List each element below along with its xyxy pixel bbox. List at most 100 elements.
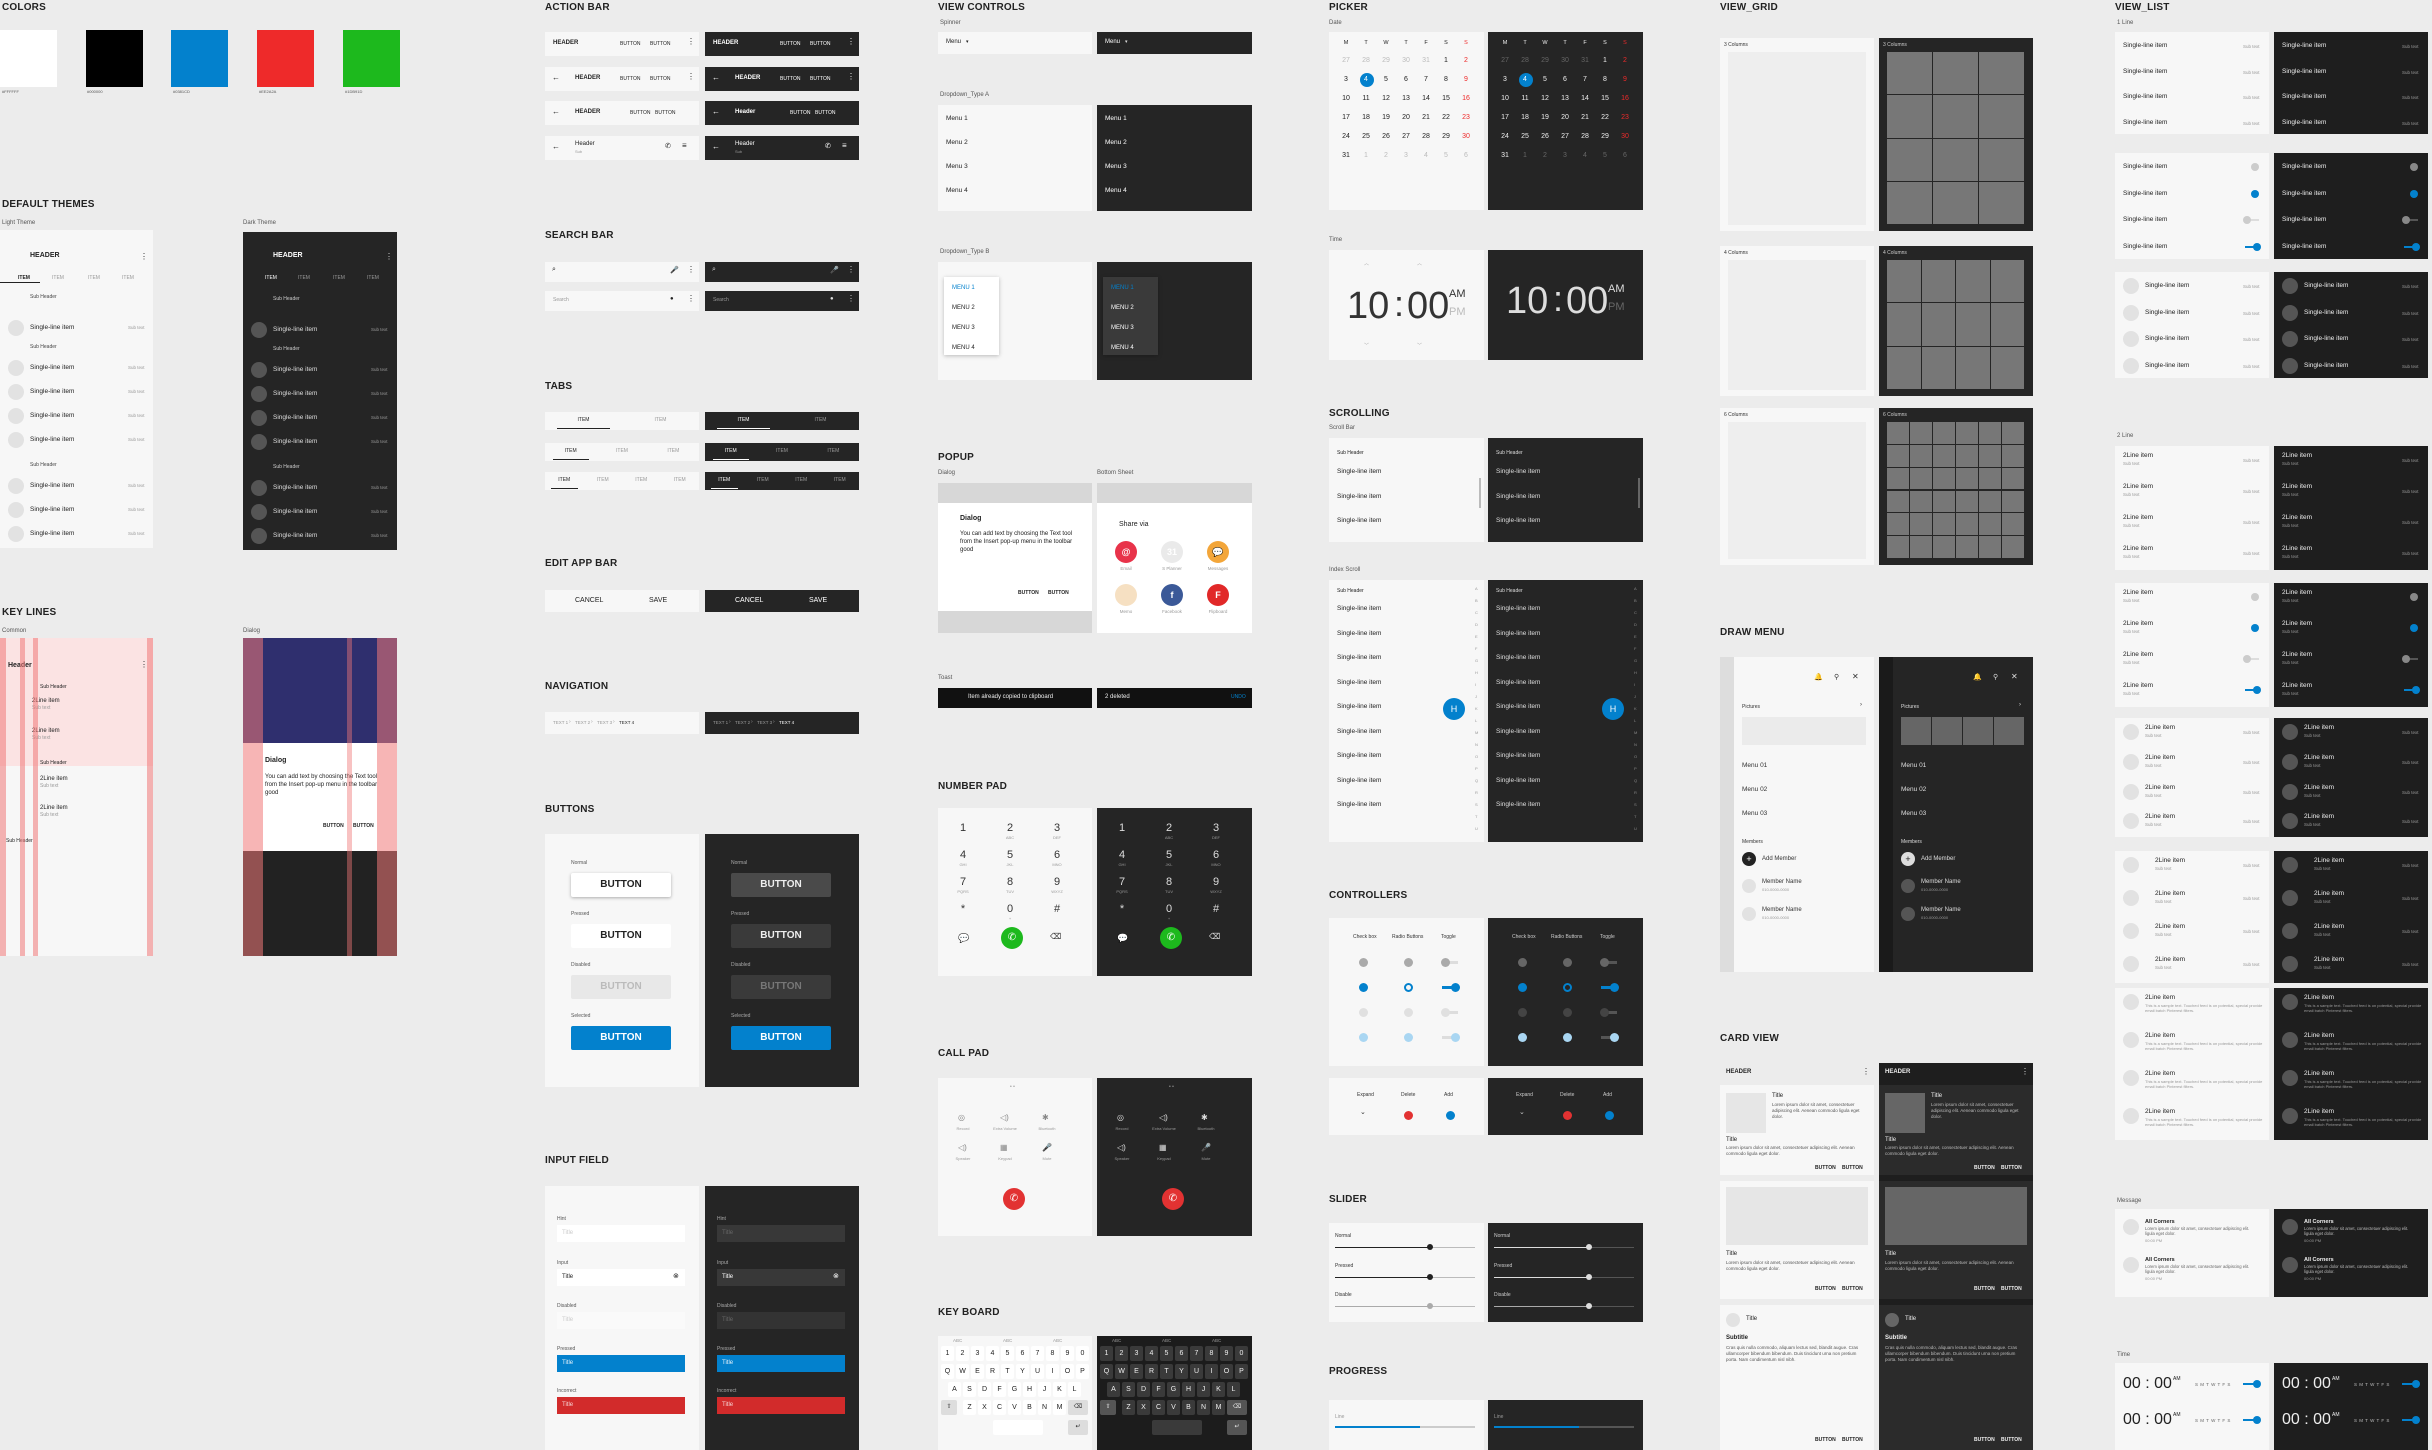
list-item[interactable]: 2Line item bbox=[2282, 620, 2312, 627]
grid-cell[interactable] bbox=[1956, 422, 1978, 444]
menu-item[interactable]: Menu 4 bbox=[946, 187, 968, 194]
share-s-planner-icon[interactable]: 31 bbox=[1161, 541, 1183, 563]
extra-volume-icon[interactable]: ◁) bbox=[1159, 1113, 1168, 1122]
list-item[interactable]: 2Line item bbox=[2282, 545, 2312, 552]
list-item[interactable]: Single-line item bbox=[2145, 282, 2189, 289]
numpad-key[interactable]: 6 bbox=[1050, 849, 1064, 861]
end-call-button[interactable]: ✆ bbox=[1003, 1188, 1025, 1210]
search-input[interactable]: Search bbox=[713, 297, 729, 303]
calendar-day[interactable]: 8 bbox=[1436, 76, 1456, 83]
calendar-day[interactable]: 25 bbox=[1515, 133, 1535, 140]
grid-cell[interactable] bbox=[1979, 52, 2024, 95]
calendar-day[interactable]: 17 bbox=[1336, 114, 1356, 121]
calendar-day[interactable]: 2 bbox=[1456, 57, 1476, 64]
list-item[interactable]: 2Line item bbox=[2282, 589, 2312, 596]
radio-button[interactable] bbox=[1563, 1008, 1572, 1017]
calendar-day[interactable]: 1 bbox=[1356, 152, 1376, 159]
list-item[interactable]: 2Line item bbox=[2304, 1070, 2334, 1077]
index-letter[interactable]: O bbox=[1475, 754, 1478, 759]
index-letter[interactable]: S bbox=[1634, 802, 1637, 807]
numpad-key[interactable]: 7 bbox=[1115, 876, 1129, 888]
add-member-icon[interactable]: + bbox=[1742, 852, 1756, 866]
key[interactable]: 3 bbox=[971, 1346, 984, 1361]
list-item[interactable]: 2Line item bbox=[2155, 857, 2185, 864]
scrollbar[interactable] bbox=[1479, 478, 1481, 508]
pressed-button[interactable]: BUTTON bbox=[731, 924, 831, 948]
calendar-day[interactable]: 14 bbox=[1416, 95, 1436, 102]
end-call-button[interactable]: ✆ bbox=[1162, 1188, 1184, 1210]
breadcrumb-item[interactable]: TEXT 1 bbox=[553, 720, 568, 725]
checkbox[interactable] bbox=[1359, 1033, 1368, 1042]
grid-cell[interactable] bbox=[1933, 536, 1955, 558]
speaker-icon[interactable]: ◁) bbox=[1117, 1143, 1126, 1152]
index-letter[interactable]: P bbox=[1475, 766, 1478, 771]
key[interactable]: F bbox=[993, 1382, 1006, 1397]
numpad-key[interactable]: 1 bbox=[1115, 822, 1129, 834]
key[interactable]: V bbox=[1008, 1400, 1021, 1415]
tab-item[interactable]: ITEM bbox=[367, 275, 379, 281]
calendar-day[interactable]: 28 bbox=[1356, 57, 1376, 64]
backspace-icon[interactable]: ⌫ bbox=[1209, 932, 1220, 941]
key[interactable]: 1 bbox=[941, 1346, 954, 1361]
calendar-day[interactable]: 31 bbox=[1575, 57, 1595, 64]
list-item[interactable]: Single-line item bbox=[2123, 119, 2167, 126]
message-icon[interactable]: 💬 bbox=[1117, 933, 1128, 944]
input-field[interactable]: Title ⊗ bbox=[557, 1269, 685, 1286]
minute-value[interactable]: 00 bbox=[1407, 285, 1449, 328]
pressed-field[interactable]: Title bbox=[557, 1355, 685, 1372]
calendar-day[interactable]: 17 bbox=[1495, 114, 1515, 121]
grid-cell[interactable] bbox=[1956, 467, 1978, 490]
action-button[interactable]: BUTTON bbox=[815, 110, 835, 116]
calendar-day[interactable]: 11 bbox=[1515, 95, 1535, 102]
list-item[interactable]: 2Line item bbox=[2314, 857, 2344, 864]
keypad-icon[interactable]: ▦ bbox=[1159, 1143, 1167, 1152]
phone-icon[interactable]: ✆ bbox=[825, 142, 831, 150]
menu-item[interactable]: Menu 1 bbox=[946, 115, 968, 122]
index-letter[interactable]: E bbox=[1634, 634, 1637, 639]
calendar-day[interactable]: 22 bbox=[1436, 114, 1456, 121]
grid-cell[interactable] bbox=[1921, 303, 1955, 346]
calendar-day[interactable]: 28 bbox=[1416, 133, 1436, 140]
pressed-field[interactable]: Title bbox=[717, 1355, 845, 1372]
list-item[interactable]: Single-line item bbox=[1496, 801, 1540, 808]
list-item[interactable]: 2Line item bbox=[2123, 651, 2153, 658]
key[interactable]: H bbox=[1023, 1382, 1036, 1397]
grid-cell[interactable] bbox=[1979, 513, 2001, 536]
key[interactable]: I bbox=[1046, 1364, 1059, 1379]
bell-icon[interactable]: 🔔 bbox=[1814, 673, 1823, 681]
record-icon[interactable]: ◎ bbox=[1117, 1113, 1124, 1122]
more-icon[interactable]: ⋮ bbox=[847, 294, 855, 303]
list-item[interactable]: Single-line item bbox=[1496, 654, 1540, 661]
tab-item[interactable]: ITEM bbox=[584, 477, 623, 483]
menu-item[interactable]: MENU 1 bbox=[952, 285, 975, 291]
menu-item[interactable]: Menu 1 bbox=[1105, 115, 1127, 122]
list-item[interactable]: Single-line item bbox=[273, 508, 317, 515]
hour-value[interactable]: 10 bbox=[1506, 280, 1548, 323]
breadcrumb-item[interactable]: TEXT 2 bbox=[735, 720, 750, 725]
grid-cell[interactable] bbox=[1956, 513, 1978, 536]
index-letter[interactable]: R bbox=[1634, 790, 1637, 795]
list-item[interactable]: 2Line item bbox=[2314, 956, 2344, 963]
spinner-dark[interactable]: Menu ▾ bbox=[1097, 32, 1252, 54]
calendar-day[interactable]: 24 bbox=[1495, 133, 1515, 140]
calendar-day[interactable]: 31 bbox=[1416, 57, 1436, 64]
key[interactable]: X bbox=[978, 1400, 991, 1415]
key[interactable]: L bbox=[1227, 1382, 1240, 1397]
numpad-key[interactable]: * bbox=[1115, 903, 1129, 915]
picture-thumb[interactable] bbox=[1901, 717, 1931, 745]
calendar-day[interactable]: 7 bbox=[1575, 76, 1595, 83]
menu-item[interactable]: MENU 2 bbox=[1111, 305, 1134, 311]
keypad-icon[interactable]: ▦ bbox=[1000, 1143, 1008, 1152]
hour-value[interactable]: 10 bbox=[1347, 285, 1389, 328]
list-item[interactable]: Single-line item bbox=[2123, 243, 2167, 250]
list-item[interactable]: Single-line item bbox=[30, 388, 74, 395]
grid-cell[interactable] bbox=[1990, 346, 2024, 389]
tab-item[interactable]: ITEM bbox=[122, 275, 134, 281]
picture-thumb[interactable] bbox=[1994, 717, 2024, 745]
am-option[interactable]: AM bbox=[1608, 283, 1625, 295]
slider-thumb[interactable] bbox=[1586, 1274, 1592, 1280]
calendar-day[interactable]: 25 bbox=[1356, 133, 1376, 140]
list-item[interactable]: Single-line item bbox=[2123, 93, 2167, 100]
grid-cell[interactable] bbox=[1887, 467, 1909, 490]
radio-button[interactable] bbox=[1404, 958, 1413, 967]
